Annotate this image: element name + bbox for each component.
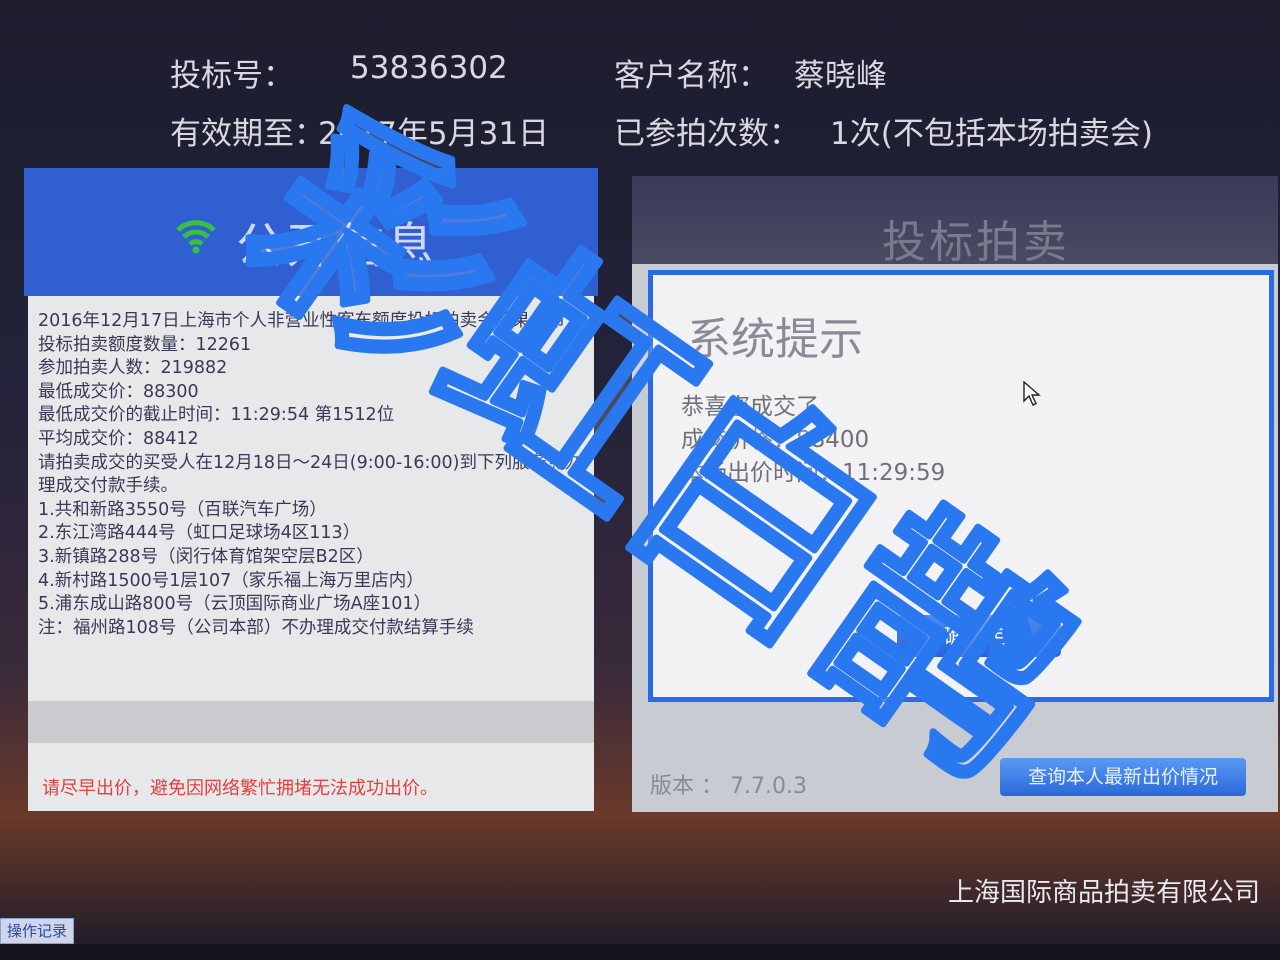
auction-count: 1次(不包括本场拍卖会) [830,116,1153,152]
public-info-title: 公开信息 [236,218,437,274]
public-info-body: 2016年12月17日上海市个人非营业性客车额度投标拍卖会结果公布 投标拍卖额度… [28,296,594,811]
public-info-header: 公开信息 [24,168,598,296]
dialog-message: 恭喜您成交了 成交价格：88400 本场出价时间：11:29:59 [681,391,945,490]
notice-line: 参加拍卖人数：219882 [38,358,228,379]
notice-line: 最低成交价的截止时间：11:29:54 第1512位 [38,405,395,426]
query-latest-bid-button[interactable]: 查询本人最新出价情况 [1000,758,1246,796]
notice-text: 2016年12月17日上海市个人非营业性客车额度投标拍卖会结果公布 投标拍卖额度… [38,310,583,640]
notice-line: 注：福州路108号（公司本部）不办理成交付款结算手续 [38,617,474,638]
bid-time: 本场出价时间：11:29:59 [681,460,946,486]
dialog-title: 系统提示 [687,314,863,365]
notice-line: 2.东江湾路444号（虹口足球场4区113） [38,523,361,544]
notice-line: 2016年12月17日上海市个人非营业性客车额度投标拍卖会结果公布 [38,311,565,331]
deal-price: 成交价格：88400 [681,427,870,453]
bid-auction-header: 投标拍卖 [632,176,1278,268]
bottom-bar [0,944,1280,960]
system-prompt-dialog: 系统提示 恭喜您成交了 成交价格：88400 本场出价时间：11:29:59 确… [648,270,1274,702]
version-text: 版本 ： 7.7.0.3 [650,774,807,799]
auction-count-label: 已参拍次数： [614,116,800,152]
customer-name-label: 客户名称： [614,58,769,94]
notice-line: 最低成交价：88300 [38,381,199,402]
wifi-icon [176,220,216,254]
divider-bar [28,701,594,743]
mouse-cursor-icon [1023,381,1041,406]
bid-auction-panel: 投标拍卖 系统提示 恭喜您成交了 成交价格：88400 本场出价时间：11:29… [632,176,1278,812]
public-info-panel: 公开信息 2016年12月17日上海市个人非营业性客车额度投标拍卖会结果公布 投… [24,168,598,813]
warning-text: 请尽早出价，避免因网络繁忙拥堵无法成功出价。 [42,778,438,799]
notice-line: 5.浦东成山路800号（云顶国际商业广场A座101） [38,594,431,615]
notice-line: 4.新村路1500号1层107（家乐福上海万里店内） [38,570,424,591]
valid-until-label: 有效期至： [170,116,325,152]
notice-line: 投标拍卖额度数量：12261 [38,334,252,355]
operation-log-button[interactable]: 操作记录 [0,918,74,944]
deal-congrats: 恭喜您成交了 [681,394,819,420]
bid-number: 53836302 [350,50,508,86]
company-name: 上海国际商品拍卖有限公司 [948,878,1261,908]
valid-until-date: 2017年5月31日 [318,116,550,152]
confirm-button[interactable]: 确 定 [897,615,1061,657]
bid-number-label: 投标号： [170,58,294,94]
customer-name: 蔡晓峰 [794,58,887,94]
notice-line: 1.共和新路3550号（百联汽车广场） [38,499,327,520]
bid-auction-title: 投标拍卖 [882,217,1070,268]
notice-line: 平均成交价：88412 [38,428,199,449]
notice-line: 请拍卖成交的买受人在12月18日～24日(9:00-16:00)到下列服务点办理… [38,452,583,497]
notice-line: 3.新镇路288号（闵行体育馆架空层B2区） [38,546,374,567]
